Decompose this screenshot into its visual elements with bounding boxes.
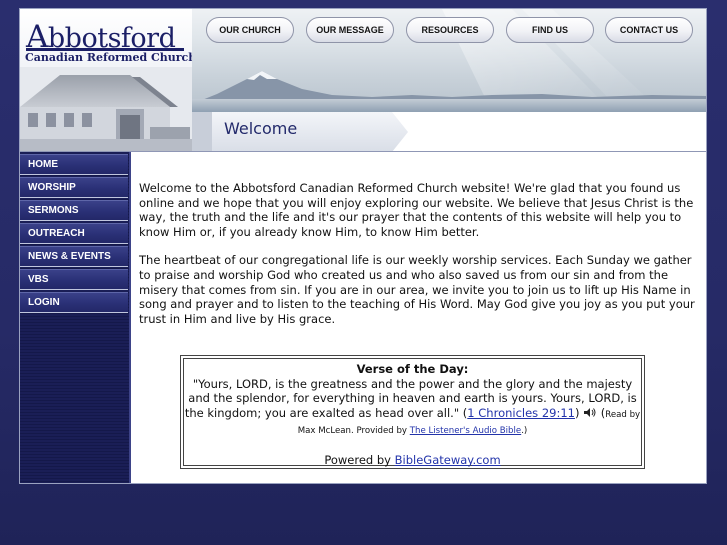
listeners-audio-bible-link[interactable]: The Listener's Audio Bible xyxy=(410,426,521,436)
votd-title: Verse of the Day: xyxy=(356,362,469,376)
welcome-paragraph: Welcome to the Abbotsford Canadian Refor… xyxy=(139,181,694,239)
page-frame: Abbotsford Canadian Reformed Church OUR … xyxy=(19,8,707,484)
powered-by: Powered by BibleGateway.com xyxy=(184,453,641,468)
votd-reference-link[interactable]: 1 Chronicles 29:11 xyxy=(467,406,575,420)
sidebar: HOME WORSHIP SERMONS OUTREACH NEWS & EVE… xyxy=(20,152,130,483)
powered-by-label: Powered by xyxy=(324,452,395,467)
nav-our-message[interactable]: OUR MESSAGE xyxy=(306,17,394,43)
verse-of-the-day-box: Verse of the Day: "Yours, LORD, is the g… xyxy=(180,355,645,469)
site-header: Abbotsford Canadian Reformed Church OUR … xyxy=(20,9,706,152)
church-building-image xyxy=(20,67,192,152)
nav-resources[interactable]: RESOURCES xyxy=(406,17,494,43)
sidebar-item-worship[interactable]: WORSHIP xyxy=(20,177,128,198)
votd-close-paren: ) xyxy=(574,405,580,420)
logo-panel[interactable]: Abbotsford Canadian Reformed Church xyxy=(20,9,197,152)
worship-paragraph: The heartbeat of our congregational life… xyxy=(139,253,695,326)
audio-speaker-icon[interactable] xyxy=(583,407,597,418)
main-content: Welcome to the Abbotsford Canadian Refor… xyxy=(139,181,699,340)
nav-find-us[interactable]: FIND US xyxy=(506,17,594,43)
sidebar-item-outreach[interactable]: OUTREACH xyxy=(20,223,128,244)
verse-of-the-day-inner: Verse of the Day: "Yours, LORD, is the g… xyxy=(183,358,642,468)
nav-our-church[interactable]: OUR CHURCH xyxy=(206,17,294,43)
sidebar-edge xyxy=(129,152,131,483)
sidebar-item-sermons[interactable]: SERMONS xyxy=(20,200,128,221)
sidebar-item-login[interactable]: LOGIN xyxy=(20,292,128,313)
votd-body: "Yours, LORD, is the greatness and the p… xyxy=(184,377,641,439)
votd-read-suffix: .) xyxy=(521,426,528,436)
page-title: Welcome xyxy=(224,119,298,138)
biblegateway-link[interactable]: BibleGateway.com xyxy=(395,453,501,467)
top-navigation: OUR CHURCH OUR MESSAGE RESOURCES FIND US… xyxy=(198,17,698,45)
nav-contact-us[interactable]: CONTACT US xyxy=(605,17,693,43)
logo-subtitle: Canadian Reformed Church xyxy=(25,51,197,64)
sidebar-item-home[interactable]: HOME xyxy=(20,154,128,175)
sidebar-item-news-events[interactable]: NEWS & EVENTS xyxy=(20,246,128,267)
sidebar-item-vbs[interactable]: VBS xyxy=(20,269,128,290)
